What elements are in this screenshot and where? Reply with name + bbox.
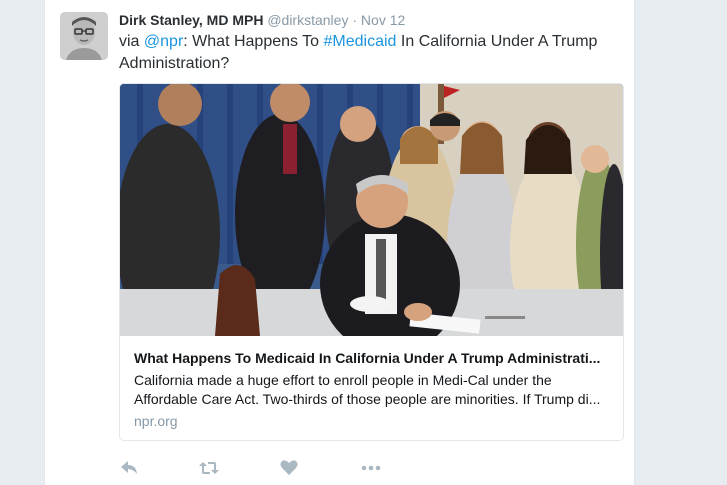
tweet[interactable]: Dirk Stanley, MD MPH @dirkstanley · Nov … — [44, 0, 635, 485]
card-image[interactable] — [120, 84, 623, 336]
separator: · — [352, 12, 358, 28]
more-icon[interactable] — [360, 458, 382, 478]
like-icon[interactable] — [279, 458, 301, 478]
card-domain[interactable]: npr.org — [134, 413, 178, 429]
retweet-icon[interactable] — [198, 458, 220, 478]
card-title[interactable]: What Happens To Medicaid In California U… — [134, 349, 612, 367]
avatar[interactable] — [60, 12, 108, 60]
author-name[interactable]: Dirk Stanley, MD MPH — [119, 12, 263, 28]
reply-icon[interactable] — [119, 458, 141, 478]
hashtag-link[interactable]: #Medicaid — [324, 33, 397, 50]
text-mid: : What Happens To — [183, 33, 320, 50]
card-description: California made a huge effort to enroll … — [134, 372, 601, 407]
avatar-image — [60, 12, 108, 60]
tweet-text: via @npr: What Happens To #Medicaid In C… — [119, 31, 619, 75]
tweet-header: Dirk Stanley, MD MPH @dirkstanley · Nov … — [119, 11, 405, 29]
tweet-timestamp[interactable]: Nov 12 — [361, 12, 405, 28]
link-card[interactable]: What Happens To Medicaid In California U… — [119, 83, 624, 441]
photo-bill-signing — [120, 84, 623, 336]
mention-link[interactable]: @npr — [144, 33, 183, 50]
text-prefix: via — [119, 33, 140, 50]
author-handle[interactable]: @dirkstanley — [267, 12, 348, 28]
